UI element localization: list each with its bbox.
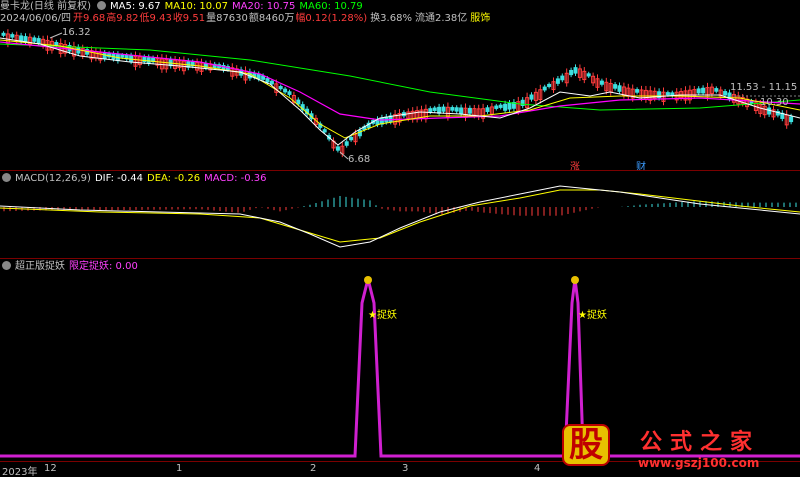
candle-body [269,80,274,85]
signal-coin-1 [364,276,372,284]
candle-body [560,75,565,81]
candle-body [265,78,270,83]
candle-body [494,105,499,109]
dea-line [0,189,800,243]
candle-body [635,89,640,93]
candle-body [428,108,433,113]
candle-body [714,88,719,92]
axis-label-4: 4 [534,463,541,474]
candle-body [569,69,574,76]
signal-coin-2 [571,276,579,284]
signal-label-2: ★捉妖 [578,310,607,321]
candle-body [613,84,618,89]
candle-body [485,107,490,112]
candle-body [586,73,591,77]
candle-body [335,146,340,151]
panel-divider-1 [0,170,800,171]
candle-body [344,141,349,146]
candle-body [723,91,728,96]
macd-chart[interactable] [0,172,800,258]
axis-label-2: 2 [310,463,317,474]
candle-body [441,106,446,112]
candle-body [450,107,455,111]
candle-body [120,54,125,58]
logo-title: 公式之家 [640,430,761,455]
signal-text-1: 捉妖 [376,310,397,321]
range-label: 11.53 - 11.15 [730,82,798,93]
candle-body [296,99,301,105]
candle-body [278,86,283,90]
candle-body [10,34,15,38]
signal-text-2: 捉妖 [586,310,607,321]
high-pointer [49,32,63,39]
logo-char: 股 [569,425,603,465]
candle-body [573,67,578,74]
candle-body [19,35,24,42]
candle-body [283,88,288,93]
signal-label-1: ★捉妖 [368,310,397,321]
candle-body [322,129,327,133]
candle-body [432,107,437,111]
candle-body [555,78,560,84]
candle-body [36,38,41,44]
candle-body [498,104,503,108]
watermark-logo: 股 公式之家 www.gszj100.com [558,420,798,476]
candle-body [547,83,552,87]
candle-body [1,32,6,36]
candle-body [459,107,464,115]
candle-body [701,87,706,94]
candle-body [529,94,534,100]
candle-body [467,107,472,114]
axis-label-12: 12 [44,463,57,474]
price-level-label: 10.30 [760,97,789,108]
high-price-mark: 16.32 [62,27,91,38]
candle-body [32,37,37,42]
candle-body [437,106,442,114]
axis-label-1: 1 [176,463,183,474]
candle-body [507,102,512,110]
logo-url: www.gszj100.com [638,456,760,470]
candle-body [542,86,547,91]
candle-body [287,91,292,95]
candle-body [349,136,354,141]
candle-body [102,52,107,60]
candle-body [599,80,604,85]
dif-line [0,185,800,248]
price-chart[interactable] [0,0,800,170]
candle-body [503,103,508,111]
candle-body [617,85,622,92]
candle-body [454,107,459,112]
candle-body [665,92,670,96]
axis-label-3: 3 [402,463,409,474]
low-price-mark: 6.68 [348,154,371,165]
candle-body [789,116,794,123]
axis-label-year: 2023年 [2,467,38,477]
candle-body [696,88,701,94]
